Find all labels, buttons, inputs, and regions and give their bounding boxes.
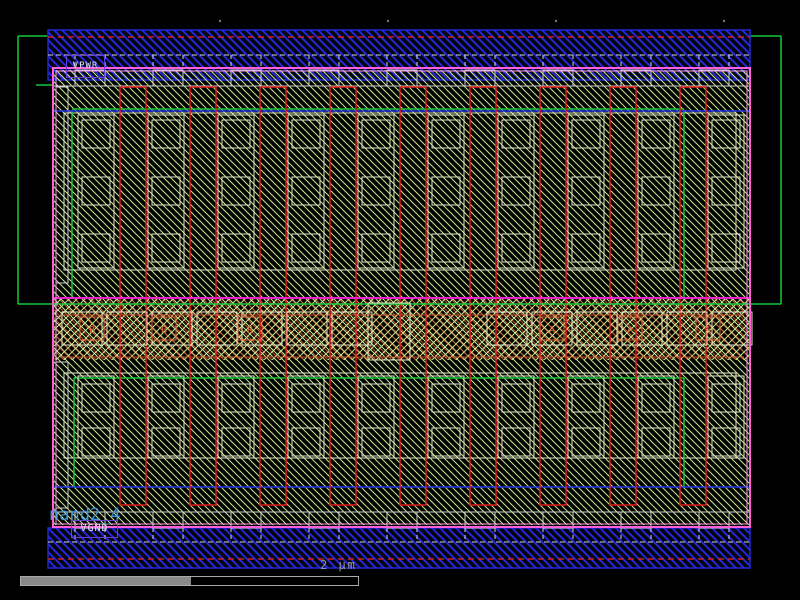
- pin-label: B: [247, 325, 253, 336]
- pin-label: A: [627, 325, 633, 336]
- pin-label: A: [705, 325, 711, 336]
- pin-label: A: [549, 325, 555, 336]
- pin-label: B: [161, 325, 167, 336]
- vgnd-port-label: VGND: [71, 520, 118, 538]
- horizontal-scrollbar-track[interactable]: [20, 576, 359, 586]
- grid-dots: [219, 20, 725, 22]
- scale-ruler-text: 2 µm: [320, 558, 357, 572]
- metal1-rail-vgnd: [48, 528, 750, 568]
- horizontal-scrollbar-thumb[interactable]: [21, 577, 191, 585]
- layout-viewer-window: BBBAAA VPWR nand2_4 VGND 2 µm: [0, 0, 800, 600]
- vpwr-port-label: VPWR: [66, 55, 105, 78]
- pin-label: B: [89, 325, 95, 336]
